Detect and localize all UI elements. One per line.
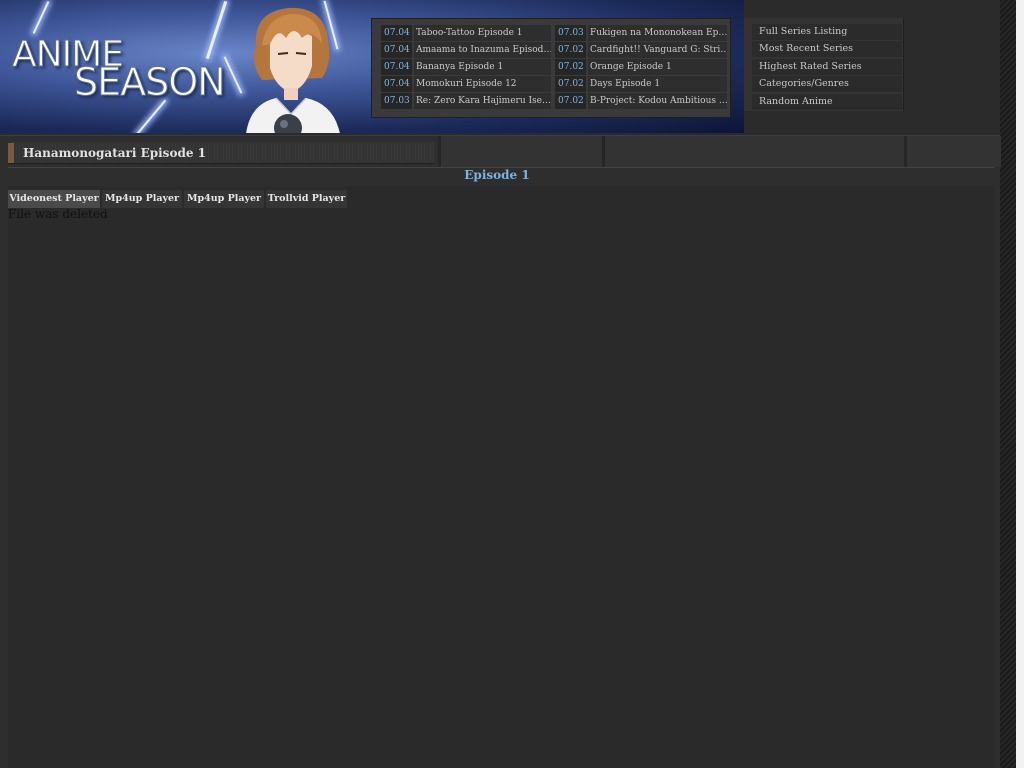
video-area <box>8 186 994 768</box>
recent-episode-item[interactable]: 07.02 B-Project: Kodou Ambitious Ep... <box>555 93 727 109</box>
tab-mp4up-player-1[interactable]: Mp4up Player <box>102 190 182 208</box>
menu-item-random-anime[interactable]: Random Anime <box>752 94 902 110</box>
menu-item-highest-rated-series[interactable]: Highest Rated Series <box>752 59 902 75</box>
episode-date: 07.02 <box>555 59 586 75</box>
episode-link[interactable]: Cardfight!! Vanguard G: Strid... <box>588 42 727 58</box>
episode-link[interactable]: B-Project: Kodou Ambitious Ep... <box>588 93 727 109</box>
episode-date: 07.02 <box>555 76 586 92</box>
recent-episode-item[interactable]: 07.04 Taboo-Tattoo Episode 1 <box>381 25 551 41</box>
episode-link[interactable]: Fukigen na Mononokean Episode <box>588 25 727 41</box>
episode-date: 07.04 <box>381 59 412 75</box>
recent-episode-item[interactable]: 07.03 Fukigen na Mononokean Episode <box>555 25 727 41</box>
lightning-bolt <box>205 1 228 59</box>
title-accent-mark <box>8 143 14 163</box>
recent-episode-item[interactable]: 07.04 Momokuri Episode 12 <box>381 76 551 92</box>
page: ANIME SEASON 07.04 Taboo-Tattoo Episode … <box>0 0 1024 768</box>
episode-date: 07.03 <box>381 93 412 109</box>
recent-episodes-panel: 07.04 Taboo-Tattoo Episode 1 07.03 Fukig… <box>371 18 731 118</box>
episode-date: 07.03 <box>555 25 586 41</box>
site-logo-line2[interactable]: SEASON <box>74 60 227 105</box>
episode-link[interactable]: Days Episode 1 <box>588 76 727 92</box>
lightning-bolt <box>32 1 50 34</box>
episode-link[interactable]: Orange Episode 1 <box>588 59 727 75</box>
episode-date: 07.02 <box>555 93 586 109</box>
anime-character-image <box>246 7 340 133</box>
file-status-message: File was deleted <box>8 207 108 221</box>
header-segment <box>438 136 603 167</box>
episode-date: 07.04 <box>381 25 412 41</box>
recent-episode-item[interactable]: 07.04 Bananya Episode 1 <box>381 59 551 75</box>
menu-item-most-recent-series[interactable]: Most Recent Series <box>752 41 902 57</box>
episode-date: 07.04 <box>381 76 412 92</box>
header-segment <box>904 136 1001 167</box>
episode-link[interactable]: Re: Zero Kara Hajimeru Isekai... <box>414 93 551 109</box>
page-title: Hanamonogatari Episode 1 <box>23 146 206 160</box>
tab-trollvid-player[interactable]: Trollvid Player <box>266 190 347 208</box>
recent-episode-item[interactable]: 07.02 Cardfight!! Vanguard G: Strid... <box>555 42 727 58</box>
recent-episode-item[interactable]: 07.04 Amaama to Inazuma Episode 1 <box>381 42 551 58</box>
episode-date: 07.02 <box>555 42 586 58</box>
episode-link[interactable]: Taboo-Tattoo Episode 1 <box>414 25 551 41</box>
recent-episode-item[interactable]: 07.03 Re: Zero Kara Hajimeru Isekai... <box>381 93 551 109</box>
recent-episode-item[interactable]: 07.02 Days Episode 1 <box>555 76 727 92</box>
tab-videonest-player[interactable]: Videonest Player <box>8 190 100 208</box>
menu-item-categories-genres[interactable]: Categories/Genres <box>752 76 902 92</box>
lightning-bolt <box>135 99 167 133</box>
episode-link[interactable]: Bananya Episode 1 <box>414 59 551 75</box>
menu-item-full-series-listing[interactable]: Full Series Listing <box>752 24 902 40</box>
episode-heading: Episode 1 <box>464 168 530 182</box>
episode-date: 07.04 <box>381 42 412 58</box>
window-edge <box>1016 0 1024 768</box>
site-menu: Full Series Listing Most Recent Series H… <box>744 18 904 111</box>
episode-link[interactable]: Amaama to Inazuma Episode 1 <box>414 42 551 58</box>
recent-episode-item[interactable]: 07.02 Orange Episode 1 <box>555 59 727 75</box>
episode-link[interactable]: Momokuri Episode 12 <box>414 76 551 92</box>
header-segment <box>602 136 905 167</box>
tab-mp4up-player-2[interactable]: Mp4up Player <box>184 190 264 208</box>
